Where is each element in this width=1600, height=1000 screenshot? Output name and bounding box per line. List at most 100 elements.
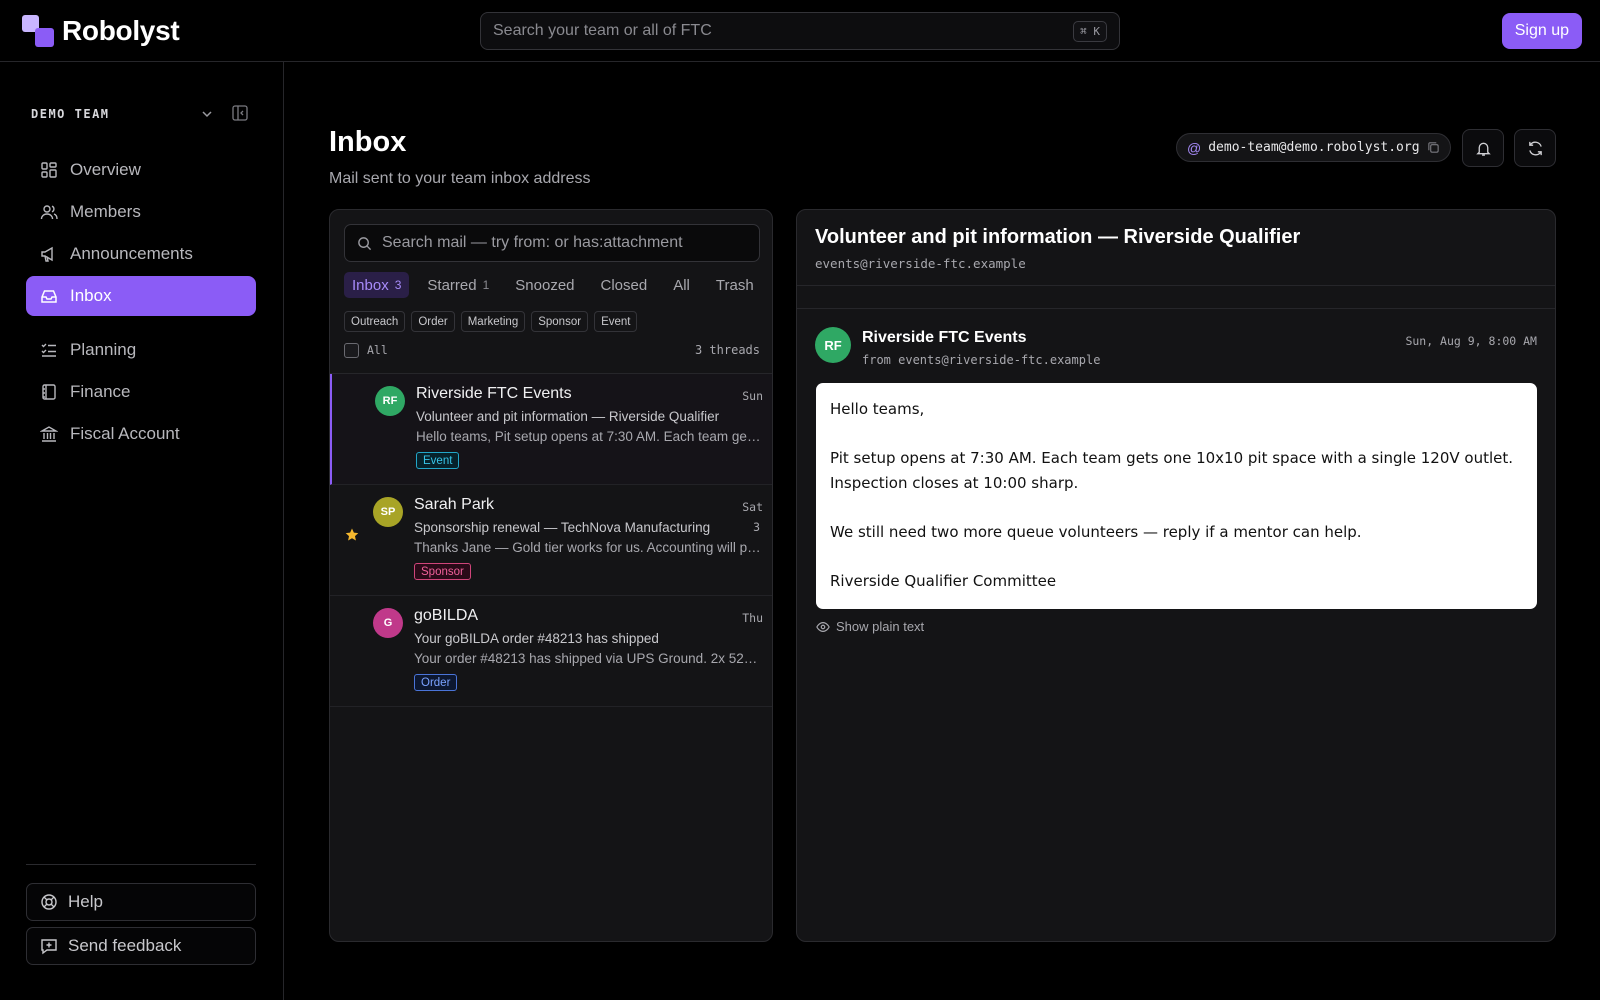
label-chip-event[interactable]: Event xyxy=(594,311,638,332)
help-button[interactable]: Help xyxy=(26,883,256,921)
tab-label: Trash xyxy=(715,276,754,294)
mail-list-panel: Inbox 3 Starred 1 Snoozed Closed All Tra… xyxy=(329,209,773,942)
message-paragraph: We still need two more queue volunteers … xyxy=(830,523,1362,541)
top-bar: Robolyst ⌘ K Sign up xyxy=(0,0,1600,62)
label-chip-order[interactable]: Order xyxy=(411,311,455,332)
avatar: RF xyxy=(375,386,405,416)
sidebar-item-finance[interactable]: Finance xyxy=(26,372,256,412)
message-paragraph: Pit setup opens at 7:30 AM. Each team ge… xyxy=(830,449,1513,467)
avatar: G xyxy=(373,608,403,638)
sidebar-nav-secondary: Planning Finance Fiscal Account xyxy=(26,330,256,456)
grid-icon xyxy=(41,162,57,178)
bell-icon xyxy=(1475,142,1491,156)
checklist-icon xyxy=(41,343,56,357)
tab-count: 3 xyxy=(394,278,402,292)
show-plain-text-toggle[interactable]: Show plain text xyxy=(816,619,924,634)
global-search[interactable]: ⌘ K xyxy=(480,12,1120,50)
feedback-label: Send feedback xyxy=(68,936,182,955)
thread-tag: Event xyxy=(416,452,460,469)
tab-all[interactable]: All xyxy=(665,272,698,298)
page-title: Inbox xyxy=(329,126,407,158)
collapse-sidebar-icon[interactable] xyxy=(231,104,249,122)
sidebar: DEMO TEAM Overview Members Announcements… xyxy=(0,62,284,1000)
sidebar-item-inbox[interactable]: Inbox xyxy=(26,276,256,316)
sign-up-button[interactable]: Sign up xyxy=(1501,13,1582,49)
thread-sender: Sarah Park xyxy=(414,496,495,513)
tab-inbox[interactable]: Inbox 3 xyxy=(344,272,410,298)
send-feedback-button[interactable]: Send feedback xyxy=(26,927,256,965)
thread-date: Sun xyxy=(742,389,763,403)
divider xyxy=(797,308,1555,309)
sidebar-nav-primary: Overview Members Announcements Inbox xyxy=(26,150,256,318)
notifications-button[interactable] xyxy=(1462,129,1504,167)
thread-preview: Your order #48213 has shipped via UPS Gr… xyxy=(414,651,762,666)
bank-icon xyxy=(40,426,58,442)
sidebar-item-label: Members xyxy=(70,202,141,221)
sidebar-item-overview[interactable]: Overview xyxy=(26,150,256,190)
thread-tag: Sponsor xyxy=(414,563,471,580)
lifebuoy-icon xyxy=(41,894,57,910)
at-icon: @ xyxy=(1187,139,1202,156)
users-icon xyxy=(40,205,58,220)
tab-starred[interactable]: Starred 1 xyxy=(419,272,497,298)
sidebar-item-members[interactable]: Members xyxy=(26,192,256,232)
select-all-label: All xyxy=(367,343,388,357)
tab-closed[interactable]: Closed xyxy=(593,272,656,298)
thread-date: Thu xyxy=(742,611,763,625)
tab-label: Closed xyxy=(600,276,648,294)
thread-row[interactable]: G goBILDA Thu Your goBILDA order #48213 … xyxy=(330,596,772,707)
select-all-checkbox[interactable] xyxy=(344,342,359,358)
message-subject: Volunteer and pit information — Riversid… xyxy=(815,226,1301,248)
app-name: Robolyst xyxy=(62,15,180,46)
thread-sender: goBILDA xyxy=(414,607,479,624)
mail-search[interactable] xyxy=(344,224,760,262)
tab-label: Snoozed xyxy=(515,276,575,294)
refresh-icon xyxy=(1528,141,1542,155)
sidebar-item-label: Overview xyxy=(70,160,141,179)
global-search-input[interactable] xyxy=(493,22,1074,40)
avatar: RF xyxy=(815,327,851,363)
thread-message-count: 3 xyxy=(753,520,760,534)
tab-label: All xyxy=(673,276,690,294)
label-chip-sponsor[interactable]: Sponsor xyxy=(531,311,589,332)
message-greeting: Hello teams, xyxy=(830,400,925,418)
tab-label: Starred xyxy=(427,276,477,294)
sidebar-divider xyxy=(26,864,256,865)
message-from-address: events@riverside-ftc.example xyxy=(815,256,1026,271)
logo[interactable]: Robolyst xyxy=(22,15,180,47)
ledger-icon xyxy=(42,384,56,400)
inbox-address: demo-team@demo.robolyst.org xyxy=(1208,140,1420,155)
thread-preview: Hello teams, Pit setup opens at 7:30 AM.… xyxy=(416,429,764,444)
copy-icon[interactable] xyxy=(1427,141,1440,154)
avatar: SP xyxy=(373,497,403,527)
search-icon xyxy=(358,236,372,250)
sidebar-item-fiscal-account[interactable]: Fiscal Account xyxy=(26,414,256,454)
sidebar-item-announcements[interactable]: Announcements xyxy=(26,234,256,274)
thread-row[interactable]: SP Sarah Park Sat 3 Sponsorship renewal … xyxy=(330,485,772,596)
chevron-down-icon[interactable] xyxy=(199,106,215,122)
sidebar-item-label: Inbox xyxy=(70,286,112,305)
thread-count: 3 threads xyxy=(694,343,760,357)
thread-list: RF Riverside FTC Events Sun Volunteer an… xyxy=(330,373,772,707)
label-chip-outreach[interactable]: Outreach xyxy=(344,311,406,332)
folder-tabs: Inbox 3 Starred 1 Snoozed Closed All Tra… xyxy=(344,272,768,298)
team-switcher[interactable]: DEMO TEAM xyxy=(31,102,251,126)
mail-search-input[interactable] xyxy=(382,234,747,252)
feedback-icon xyxy=(41,939,57,955)
star-icon[interactable] xyxy=(344,527,360,543)
tab-snoozed[interactable]: Snoozed xyxy=(507,272,582,298)
refresh-button[interactable] xyxy=(1514,129,1556,167)
tab-count: 1 xyxy=(482,278,490,292)
sidebar-item-label: Fiscal Account xyxy=(70,424,180,443)
team-name: DEMO TEAM xyxy=(31,107,110,121)
thread-subject: Volunteer and pit information — Riversid… xyxy=(416,409,720,424)
select-all-row: All 3 threads xyxy=(344,341,760,359)
inbox-address-pill[interactable]: @ demo-team@demo.robolyst.org xyxy=(1176,133,1451,162)
thread-row[interactable]: RF Riverside FTC Events Sun Volunteer an… xyxy=(330,374,772,485)
thread-sender: Riverside FTC Events xyxy=(416,385,572,402)
inbox-icon xyxy=(41,290,57,303)
sidebar-item-planning[interactable]: Planning xyxy=(26,330,256,370)
help-label: Help xyxy=(68,892,103,911)
label-chip-marketing[interactable]: Marketing xyxy=(460,311,526,332)
tab-trash[interactable]: Trash xyxy=(708,272,762,298)
